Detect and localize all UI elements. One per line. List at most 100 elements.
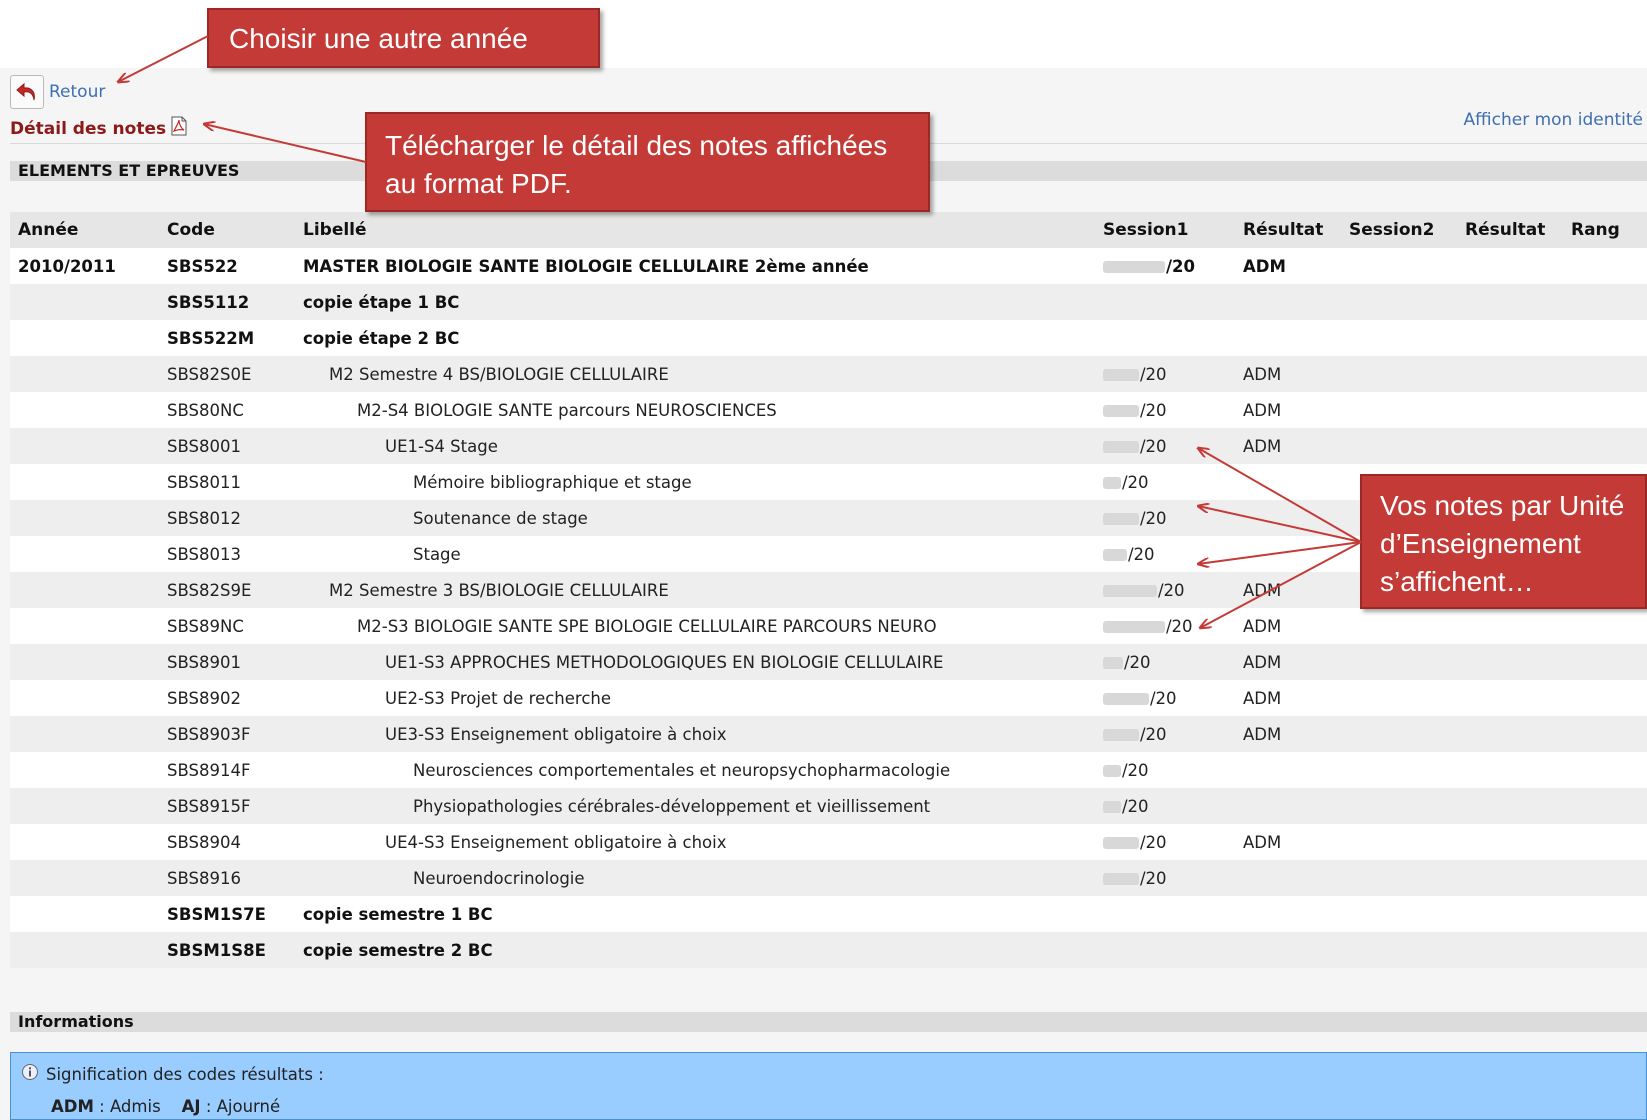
cell-resultat1: ADM [1235,824,1341,860]
column-header-resultat2: Résultat [1457,212,1563,248]
cell-resultat1: ADM [1235,716,1341,752]
callout-telecharger-pdf: Télécharger le détail des notes affichée… [365,112,930,212]
afficher-identite-link[interactable]: Afficher mon identité [1464,110,1643,130]
grade-denominator: /20 [1140,868,1167,888]
retour-link[interactable]: Retour [49,82,105,102]
hidden-grade [1103,405,1139,417]
column-header-resultat1: Résultat [1235,212,1341,248]
callout-text-line-2: au format PDF. [385,168,572,199]
cell-libelle: UE3-S3 Enseignement obligatoire à choix [295,716,1095,752]
table-row: SBS8902 UE2-S3 Projet de recherche/20 ADM [10,680,1647,716]
cell-annee [10,392,159,428]
cell-resultat1: ADM [1235,680,1341,716]
cell-session2 [1341,788,1457,824]
column-header-rang: Rang [1563,212,1647,248]
cell-session2 [1341,896,1457,932]
cell-session2 [1341,428,1457,464]
callout-notes-par-ue: Vos notes par Unité d’Enseignement s’aff… [1360,474,1647,609]
grade-denominator: /20 [1140,832,1167,852]
hidden-grade [1103,549,1127,561]
hidden-grade [1103,585,1157,597]
callout-text-line-1: Télécharger le détail des notes affichée… [385,130,888,161]
detail-header: Détail des notes [10,116,188,141]
cell-session1 [1095,896,1235,932]
cell-annee [10,356,159,392]
retour-button[interactable]: Retour [10,75,105,109]
cell-libelle: Neuroendocrinologie [295,860,1095,896]
cell-session1: /20 [1095,572,1235,608]
cell-libelle: M2-S3 BIOLOGIE SANTE SPE BIOLOGIE CELLUL… [295,608,1095,644]
table-row: SBS8001 UE1-S4 Stage/20 ADM [10,428,1647,464]
table-row: SBS89NC M2-S3 BIOLOGIE SANTE SPE BIOLOGIE… [10,608,1647,644]
cell-libelle: M2 Semestre 4 BS/BIOLOGIE CELLULAIRE [295,356,1095,392]
cell-session2 [1341,860,1457,896]
column-header-session2: Session2 [1341,212,1457,248]
cell-libelle: copie étape 1 BC [295,284,1095,320]
grade-denominator: /20 [1122,796,1149,816]
cell-session2 [1341,284,1457,320]
cell-annee [10,716,159,752]
cell-code: SBS8901 [159,644,295,680]
column-header-libelle: Libellé [295,212,1095,248]
cell-resultat2 [1457,392,1563,428]
callout-text-line-2: d’Enseignement [1380,528,1581,559]
section-header-informations: Informations [10,1012,1647,1032]
cell-rang [1563,932,1647,968]
grade-denominator: /20 [1122,472,1149,492]
column-header-session1: Session1 [1095,212,1235,248]
hidden-grade [1103,837,1139,849]
table-header-row: Année Code Libellé Session1 Résultat Ses… [10,212,1647,248]
grade-denominator: /20 [1166,256,1195,276]
cell-rang [1563,320,1647,356]
cell-resultat2 [1457,752,1563,788]
cell-rang [1563,896,1647,932]
cell-session1 [1095,284,1235,320]
cell-libelle: Soutenance de stage [295,500,1095,536]
cell-code: SBS8914F [159,752,295,788]
cell-session2 [1341,392,1457,428]
hidden-grade [1103,621,1165,633]
cell-annee [10,680,159,716]
cell-resultat2 [1457,860,1563,896]
cell-rang [1563,608,1647,644]
cell-annee [10,284,159,320]
cell-rang [1563,356,1647,392]
cell-rang [1563,428,1647,464]
cell-session2 [1341,356,1457,392]
cell-code: SBSM1S7E [159,896,295,932]
code-aj: AJ [181,1097,201,1116]
cell-annee [10,860,159,896]
cell-libelle: copie semestre 2 BC [295,932,1095,968]
grade-denominator: /20 [1158,580,1185,600]
cell-resultat2 [1457,320,1563,356]
cell-session1: /20 [1095,464,1235,500]
hidden-grade [1103,369,1139,381]
cell-session2 [1341,716,1457,752]
cell-resultat2 [1457,644,1563,680]
cell-session1 [1095,932,1235,968]
cell-libelle: UE1-S4 Stage [295,428,1095,464]
cell-session2 [1341,320,1457,356]
cell-resultat2 [1457,716,1563,752]
cell-session2 [1341,608,1457,644]
pdf-file-icon[interactable] [170,116,188,141]
table-row: SBSM1S7E copie semestre 1 BC [10,896,1647,932]
hidden-grade [1103,693,1149,705]
cell-annee [10,608,159,644]
cell-resultat1 [1235,320,1341,356]
cell-rang [1563,860,1647,896]
cell-session1: /20 [1095,644,1235,680]
cell-code: SBS8001 [159,428,295,464]
grade-denominator: /20 [1140,436,1167,456]
hidden-grade [1103,261,1165,273]
cell-annee [10,536,159,572]
cell-resultat1: ADM [1235,644,1341,680]
cell-resultat2 [1457,248,1563,284]
cell-libelle: UE2-S3 Projet de recherche [295,680,1095,716]
cell-session2 [1341,932,1457,968]
cell-annee [10,428,159,464]
cell-libelle: Physiopathologies cérébrales-développeme… [295,788,1095,824]
cell-code: SBS522 [159,248,295,284]
callout-choisir-annee: Choisir une autre année [207,8,600,68]
hidden-grade [1103,801,1121,813]
